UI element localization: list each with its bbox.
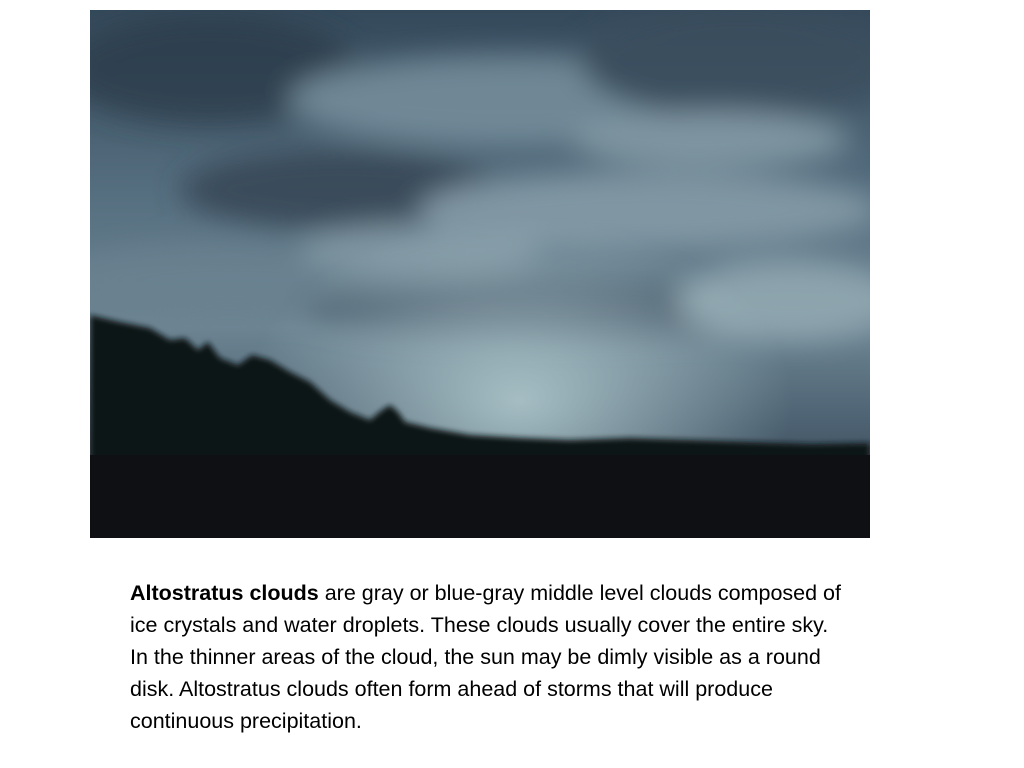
altostratus-cloud-photo [90,10,870,538]
slide: Altostratus clouds are gray or blue-gray… [0,0,1024,768]
caption-term: Altostratus clouds [130,581,319,605]
cloud-landscape-image [90,10,870,538]
caption-paragraph: Altostratus clouds are gray or blue-gray… [130,577,850,737]
